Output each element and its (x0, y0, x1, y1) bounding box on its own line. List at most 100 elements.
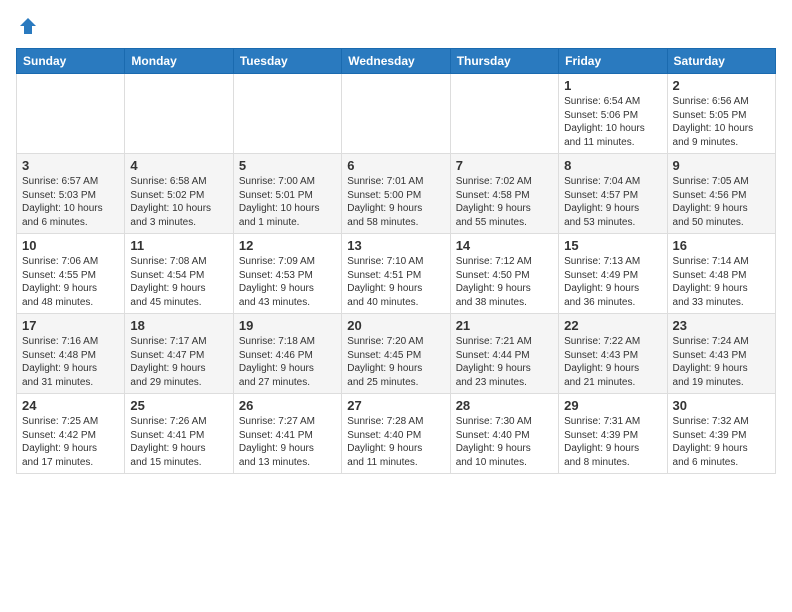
day-cell: 27 Sunrise: 7:28 AM Sunset: 4:40 PM Dayli… (342, 394, 450, 474)
day-info: Sunrise: 7:06 AM Sunset: 4:55 PM Dayligh… (22, 255, 119, 309)
day-number: 5 (239, 158, 336, 173)
day-info: Sunrise: 7:16 AM Sunset: 4:48 PM Dayligh… (22, 335, 119, 389)
day-number: 11 (130, 238, 227, 253)
day-info: Sunrise: 6:54 AM Sunset: 5:06 PM Dayligh… (564, 95, 661, 149)
day-number: 9 (673, 158, 770, 173)
day-info: Sunrise: 7:02 AM Sunset: 4:58 PM Dayligh… (456, 175, 553, 229)
day-cell: 15 Sunrise: 7:13 AM Sunset: 4:49 PM Dayli… (559, 234, 667, 314)
weekday-header-wednesday: Wednesday (342, 49, 450, 74)
day-cell (342, 74, 450, 154)
day-cell: 25 Sunrise: 7:26 AM Sunset: 4:41 PM Dayli… (125, 394, 233, 474)
day-info: Sunrise: 7:26 AM Sunset: 4:41 PM Dayligh… (130, 415, 227, 469)
day-info: Sunrise: 7:01 AM Sunset: 5:00 PM Dayligh… (347, 175, 444, 229)
day-info: Sunrise: 7:14 AM Sunset: 4:48 PM Dayligh… (673, 255, 770, 309)
day-number: 25 (130, 398, 227, 413)
day-cell: 13 Sunrise: 7:10 AM Sunset: 4:51 PM Dayli… (342, 234, 450, 314)
weekday-header-row: SundayMondayTuesdayWednesdayThursdayFrid… (17, 49, 776, 74)
day-number: 18 (130, 318, 227, 333)
day-number: 13 (347, 238, 444, 253)
day-number: 26 (239, 398, 336, 413)
day-cell: 22Sunrise: 7:22 AM Sunset: 4:43 PM Dayli… (559, 314, 667, 394)
day-number: 24 (22, 398, 119, 413)
day-cell: 20 Sunrise: 7:20 AM Sunset: 4:45 PM Dayli… (342, 314, 450, 394)
day-info: Sunrise: 7:09 AM Sunset: 4:53 PM Dayligh… (239, 255, 336, 309)
day-number: 23 (673, 318, 770, 333)
day-cell: 9 Sunrise: 7:05 AM Sunset: 4:56 PM Daylig… (667, 154, 775, 234)
day-number: 30 (673, 398, 770, 413)
day-number: 21 (456, 318, 553, 333)
weekday-header-tuesday: Tuesday (233, 49, 341, 74)
day-number: 19 (239, 318, 336, 333)
logo (16, 16, 38, 36)
day-number: 14 (456, 238, 553, 253)
day-number: 15 (564, 238, 661, 253)
day-cell: 17 Sunrise: 7:16 AM Sunset: 4:48 PM Dayli… (17, 314, 125, 394)
day-cell: 6 Sunrise: 7:01 AM Sunset: 5:00 PM Daylig… (342, 154, 450, 234)
day-cell: 5 Sunrise: 7:00 AM Sunset: 5:01 PM Daylig… (233, 154, 341, 234)
day-cell: 11 Sunrise: 7:08 AM Sunset: 4:54 PM Dayli… (125, 234, 233, 314)
day-cell: 3 Sunrise: 6:57 AM Sunset: 5:03 PM Daylig… (17, 154, 125, 234)
day-number: 4 (130, 158, 227, 173)
day-cell: 30 Sunrise: 7:32 AM Sunset: 4:39 PM Dayli… (667, 394, 775, 474)
day-info: Sunrise: 7:17 AM Sunset: 4:47 PM Dayligh… (130, 335, 227, 389)
calendar-table: SundayMondayTuesdayWednesdayThursdayFrid… (16, 48, 776, 474)
day-cell: 16Sunrise: 7:14 AM Sunset: 4:48 PM Dayli… (667, 234, 775, 314)
day-cell: 8 Sunrise: 7:04 AM Sunset: 4:57 PM Daylig… (559, 154, 667, 234)
day-info: Sunrise: 6:57 AM Sunset: 5:03 PM Dayligh… (22, 175, 119, 229)
week-row-3: 10 Sunrise: 7:06 AM Sunset: 4:55 PM Dayli… (17, 234, 776, 314)
weekday-header-monday: Monday (125, 49, 233, 74)
day-info: Sunrise: 7:00 AM Sunset: 5:01 PM Dayligh… (239, 175, 336, 229)
day-cell: 7Sunrise: 7:02 AM Sunset: 4:58 PM Daylig… (450, 154, 558, 234)
day-info: Sunrise: 7:13 AM Sunset: 4:49 PM Dayligh… (564, 255, 661, 309)
day-info: Sunrise: 7:32 AM Sunset: 4:39 PM Dayligh… (673, 415, 770, 469)
day-cell (450, 74, 558, 154)
day-cell: 4Sunrise: 6:58 AM Sunset: 5:02 PM Daylig… (125, 154, 233, 234)
day-cell: 23 Sunrise: 7:24 AM Sunset: 4:43 PM Dayli… (667, 314, 775, 394)
day-cell: 10 Sunrise: 7:06 AM Sunset: 4:55 PM Dayli… (17, 234, 125, 314)
day-number: 2 (673, 78, 770, 93)
day-cell (125, 74, 233, 154)
day-info: Sunrise: 7:04 AM Sunset: 4:57 PM Dayligh… (564, 175, 661, 229)
weekday-header-sunday: Sunday (17, 49, 125, 74)
weekday-header-thursday: Thursday (450, 49, 558, 74)
page-header (16, 16, 776, 36)
week-row-5: 24Sunrise: 7:25 AM Sunset: 4:42 PM Dayli… (17, 394, 776, 474)
day-number: 12 (239, 238, 336, 253)
week-row-1: 1 Sunrise: 6:54 AM Sunset: 5:06 PM Daylig… (17, 74, 776, 154)
day-cell: 1 Sunrise: 6:54 AM Sunset: 5:06 PM Daylig… (559, 74, 667, 154)
day-number: 8 (564, 158, 661, 173)
week-row-4: 17 Sunrise: 7:16 AM Sunset: 4:48 PM Dayli… (17, 314, 776, 394)
day-cell: 29Sunrise: 7:31 AM Sunset: 4:39 PM Dayli… (559, 394, 667, 474)
week-row-2: 3 Sunrise: 6:57 AM Sunset: 5:03 PM Daylig… (17, 154, 776, 234)
day-info: Sunrise: 7:31 AM Sunset: 4:39 PM Dayligh… (564, 415, 661, 469)
day-info: Sunrise: 7:12 AM Sunset: 4:50 PM Dayligh… (456, 255, 553, 309)
day-cell: 18 Sunrise: 7:17 AM Sunset: 4:47 PM Dayli… (125, 314, 233, 394)
day-number: 1 (564, 78, 661, 93)
day-info: Sunrise: 7:30 AM Sunset: 4:40 PM Dayligh… (456, 415, 553, 469)
day-cell: 24Sunrise: 7:25 AM Sunset: 4:42 PM Dayli… (17, 394, 125, 474)
logo-icon (18, 16, 38, 36)
day-info: Sunrise: 7:24 AM Sunset: 4:43 PM Dayligh… (673, 335, 770, 389)
day-info: Sunrise: 7:28 AM Sunset: 4:40 PM Dayligh… (347, 415, 444, 469)
day-info: Sunrise: 7:10 AM Sunset: 4:51 PM Dayligh… (347, 255, 444, 309)
weekday-header-friday: Friday (559, 49, 667, 74)
day-number: 20 (347, 318, 444, 333)
day-info: Sunrise: 7:22 AM Sunset: 4:43 PM Dayligh… (564, 335, 661, 389)
day-info: Sunrise: 7:05 AM Sunset: 4:56 PM Dayligh… (673, 175, 770, 229)
day-cell: 14 Sunrise: 7:12 AM Sunset: 4:50 PM Dayli… (450, 234, 558, 314)
day-number: 28 (456, 398, 553, 413)
day-number: 6 (347, 158, 444, 173)
day-info: Sunrise: 7:21 AM Sunset: 4:44 PM Dayligh… (456, 335, 553, 389)
day-cell: 21 Sunrise: 7:21 AM Sunset: 4:44 PM Dayli… (450, 314, 558, 394)
day-cell: 2Sunrise: 6:56 AM Sunset: 5:05 PM Daylig… (667, 74, 775, 154)
day-number: 17 (22, 318, 119, 333)
day-info: Sunrise: 7:08 AM Sunset: 4:54 PM Dayligh… (130, 255, 227, 309)
day-number: 10 (22, 238, 119, 253)
day-info: Sunrise: 7:20 AM Sunset: 4:45 PM Dayligh… (347, 335, 444, 389)
day-info: Sunrise: 7:27 AM Sunset: 4:41 PM Dayligh… (239, 415, 336, 469)
day-number: 27 (347, 398, 444, 413)
day-cell: 28 Sunrise: 7:30 AM Sunset: 4:40 PM Dayli… (450, 394, 558, 474)
day-cell: 19Sunrise: 7:18 AM Sunset: 4:46 PM Dayli… (233, 314, 341, 394)
day-number: 3 (22, 158, 119, 173)
day-cell: 12 Sunrise: 7:09 AM Sunset: 4:53 PM Dayli… (233, 234, 341, 314)
